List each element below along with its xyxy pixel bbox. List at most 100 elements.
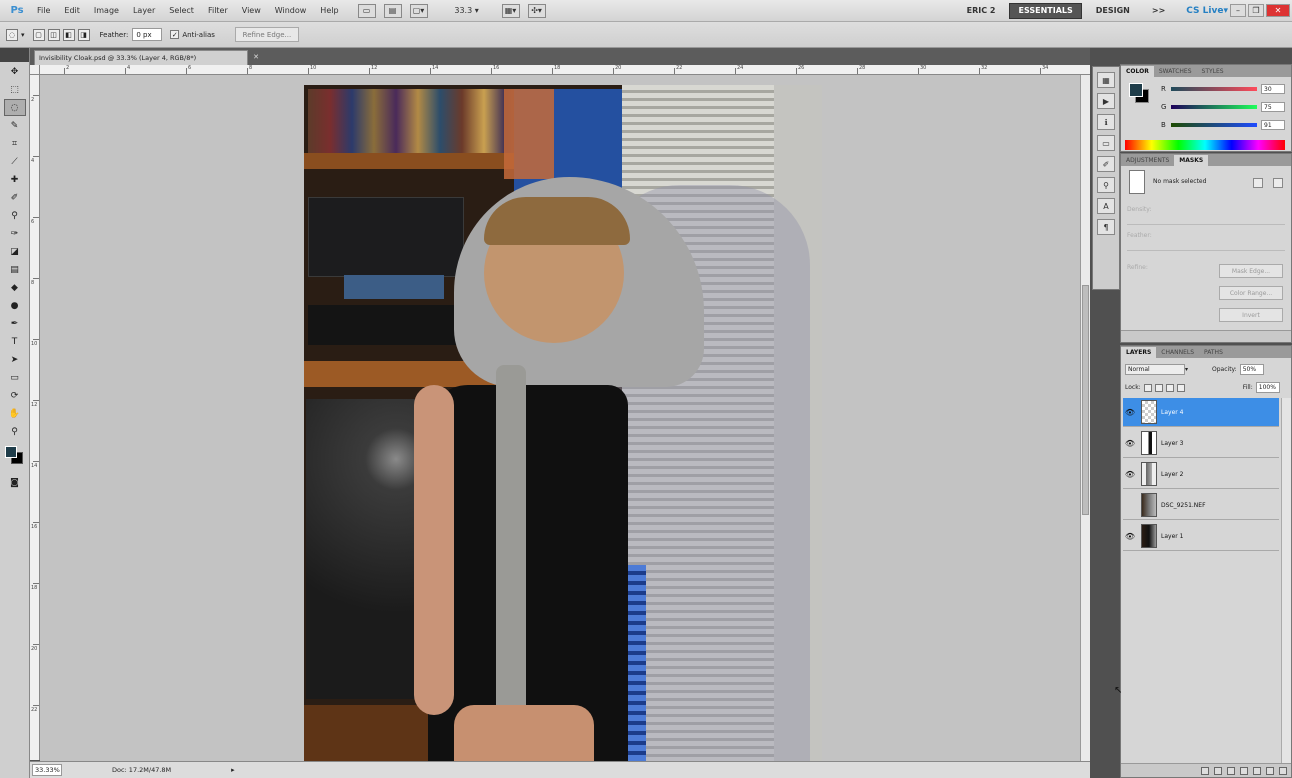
quick-mask-icon[interactable]: ◙: [4, 474, 26, 491]
tab-masks[interactable]: MASKS: [1174, 155, 1209, 166]
close-icon[interactable]: ✕: [1266, 4, 1290, 17]
zoom-level-dropdown[interactable]: 33.3 ▾: [446, 4, 488, 18]
new-group-icon[interactable]: [1253, 766, 1261, 775]
feather-input[interactable]: 0 px: [132, 28, 163, 41]
bridge-icon[interactable]: ▭: [357, 3, 376, 18]
shape-tool-icon[interactable]: ▭: [4, 369, 26, 386]
restore-icon[interactable]: ❐: [1248, 4, 1264, 17]
menu-help[interactable]: Help: [313, 6, 345, 15]
healing-tool-icon[interactable]: ✚: [4, 171, 26, 188]
workspace-design[interactable]: DESIGN: [1088, 3, 1138, 19]
feather-mask-slider[interactable]: [1127, 250, 1285, 251]
hand-tool-icon[interactable]: ✋: [4, 405, 26, 422]
zoom-percent-field[interactable]: 33.33%: [32, 764, 62, 776]
brush-tool-icon[interactable]: ✐: [4, 189, 26, 206]
visibility-eye-icon[interactable]: 👁: [1123, 408, 1137, 417]
new-selection-icon[interactable]: ▢: [32, 28, 45, 41]
path-select-tool-icon[interactable]: ➤: [4, 351, 26, 368]
document-close-icon[interactable]: ✕: [250, 51, 262, 63]
menu-window[interactable]: Window: [268, 6, 314, 15]
tab-channels[interactable]: CHANNELS: [1156, 347, 1199, 358]
quick-select-tool-icon[interactable]: ✎: [4, 117, 26, 134]
add-selection-icon[interactable]: ◫: [47, 28, 60, 41]
ruler-origin[interactable]: [30, 65, 40, 75]
extras-icon[interactable]: ✣▾: [527, 3, 546, 18]
blend-mode-dropdown[interactable]: Normal: [1125, 364, 1185, 375]
layer-row-layer1[interactable]: 👁 Layer 1: [1123, 522, 1279, 551]
adjustment-layer-icon[interactable]: [1240, 766, 1248, 775]
canvas-scroll-thumb[interactable]: [1082, 285, 1089, 515]
layer-row-layer4[interactable]: 👁 Layer 4: [1123, 398, 1279, 427]
gradient-tool-icon[interactable]: ▤: [4, 261, 26, 278]
tab-styles[interactable]: STYLES: [1197, 66, 1229, 77]
red-track[interactable]: [1171, 87, 1257, 91]
menu-filter[interactable]: Filter: [201, 6, 235, 15]
document-tab[interactable]: Invisibility Cloak.psd @ 33.3% (Layer 4,…: [34, 50, 248, 65]
brushes-panel-icon[interactable]: ✐: [1097, 156, 1115, 172]
3d-rotate-tool-icon[interactable]: ⟳: [4, 387, 26, 404]
visibility-eye-icon[interactable]: 👁: [1123, 532, 1137, 541]
info-panel-icon[interactable]: ℹ: [1097, 114, 1115, 130]
layer-row-dsc9251[interactable]: DSC_9251.NEF: [1123, 491, 1279, 520]
lock-all-icon[interactable]: [1176, 383, 1185, 392]
type-tool-icon[interactable]: T: [4, 333, 26, 350]
preset-dropdown-icon[interactable]: ▾: [21, 31, 25, 39]
link-layers-icon[interactable]: [1201, 766, 1209, 775]
layer-row-layer2[interactable]: 👁 Layer 2: [1123, 460, 1279, 489]
lock-transparent-icon[interactable]: [1143, 383, 1152, 392]
delete-layer-icon[interactable]: [1279, 766, 1287, 775]
color-spectrum-ramp[interactable]: [1125, 140, 1285, 150]
layers-scrollbar[interactable]: [1281, 398, 1291, 763]
history-panel-icon[interactable]: ▦: [1097, 72, 1115, 88]
crop-tool-icon[interactable]: ⌗: [4, 135, 26, 152]
cs-live-button[interactable]: CS Live▾: [1186, 6, 1228, 16]
dodge-tool-icon[interactable]: ●: [4, 297, 26, 314]
menu-select[interactable]: Select: [162, 6, 201, 15]
tab-adjustments[interactable]: ADJUSTMENTS: [1121, 155, 1174, 166]
blue-value[interactable]: 91: [1261, 120, 1285, 130]
menu-layer[interactable]: Layer: [126, 6, 162, 15]
document-image[interactable]: [304, 85, 822, 761]
character-panel-icon[interactable]: A: [1097, 198, 1115, 214]
opacity-input[interactable]: 50%: [1239, 364, 1264, 375]
menu-edit[interactable]: Edit: [57, 6, 87, 15]
tab-layers[interactable]: LAYERS: [1121, 347, 1157, 358]
tab-paths[interactable]: PATHS: [1199, 347, 1228, 358]
eyedropper-tool-icon[interactable]: ⟋: [4, 153, 26, 170]
mask-edge-button[interactable]: Mask Edge...: [1219, 264, 1283, 278]
layer-style-icon[interactable]: [1214, 766, 1222, 775]
vector-mask-icon[interactable]: [1273, 178, 1283, 188]
green-value[interactable]: 75: [1261, 102, 1285, 112]
subtract-selection-icon[interactable]: ◧: [62, 28, 75, 41]
canvas-area[interactable]: [40, 75, 1080, 761]
clone-stamp-tool-icon[interactable]: ⚲: [4, 207, 26, 224]
lasso-preset-icon[interactable]: ◌: [6, 28, 18, 41]
minimize-icon[interactable]: –: [1230, 4, 1246, 17]
tab-swatches[interactable]: SWATCHES: [1154, 66, 1197, 77]
navigator-panel-icon[interactable]: ▭: [1097, 135, 1115, 151]
add-mask-icon[interactable]: [1227, 766, 1235, 775]
color-panel-foreground-swatch[interactable]: [1129, 83, 1143, 97]
blue-track[interactable]: [1171, 123, 1257, 127]
blue-slider[interactable]: B 91: [1161, 119, 1289, 131]
green-track[interactable]: [1171, 105, 1257, 109]
workspace-eric2[interactable]: ERIC 2: [959, 3, 1004, 19]
arrange-documents-icon[interactable]: ▦▾: [501, 3, 520, 18]
foreground-color-swatch[interactable]: [4, 446, 17, 458]
color-range-button[interactable]: Color Range...: [1219, 286, 1283, 300]
blend-mode-arrow-icon[interactable]: ▾: [1185, 366, 1188, 373]
ruler-vertical[interactable]: 2 4 6 8 10 12 14 16 18 20 22: [30, 75, 40, 760]
actions-panel-icon[interactable]: ▶: [1097, 93, 1115, 109]
invert-button[interactable]: Invert: [1219, 308, 1283, 322]
clone-source-panel-icon[interactable]: ⚲: [1097, 177, 1115, 193]
lock-image-icon[interactable]: [1154, 383, 1163, 392]
visibility-eye-icon[interactable]: 👁: [1123, 470, 1137, 479]
refine-edge-button[interactable]: Refine Edge...: [234, 27, 299, 42]
pen-tool-icon[interactable]: ✒: [4, 315, 26, 332]
visibility-eye-icon[interactable]: 👁: [1123, 439, 1137, 448]
eraser-tool-icon[interactable]: ◪: [4, 243, 26, 260]
workspace-essentials[interactable]: ESSENTIALS: [1009, 2, 1082, 19]
layer-row-layer3[interactable]: 👁 Layer 3: [1123, 429, 1279, 458]
tools-panel-grip[interactable]: [0, 48, 29, 62]
tab-color[interactable]: COLOR: [1121, 66, 1154, 77]
